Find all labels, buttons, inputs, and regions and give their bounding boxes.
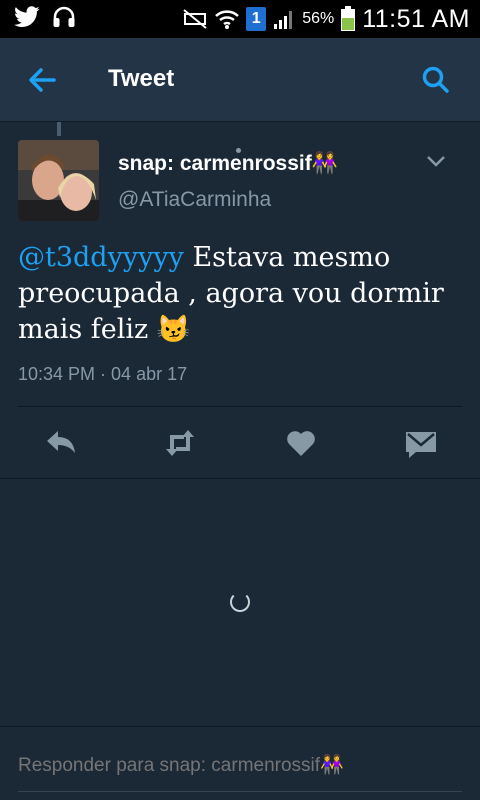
tweet-detail: snap: carmenrossif👭 @ATiaCarminha @t3ddy… xyxy=(0,122,480,478)
reply-icon[interactable] xyxy=(43,425,79,461)
battery-icon xyxy=(341,6,356,31)
tweet-actions xyxy=(0,407,480,477)
tweet-timestamp: 10:34 PM · 04 abr 17 xyxy=(18,364,188,384)
status-bar: 1 56% 11:51 AM xyxy=(0,0,480,38)
reply-underline xyxy=(18,791,462,792)
reply-input[interactable] xyxy=(18,751,462,781)
mention-link[interactable]: @t3ddyyyyy xyxy=(18,242,184,273)
loading-spinner xyxy=(230,592,250,612)
retweet-icon[interactable] xyxy=(162,425,198,461)
avatar[interactable] xyxy=(18,140,99,221)
notification-badge: 1 xyxy=(246,7,267,31)
back-arrow-icon[interactable] xyxy=(26,64,58,96)
username-handle[interactable]: @ATiaCarminha xyxy=(118,188,271,212)
headphones-icon xyxy=(53,6,75,27)
reply-bar xyxy=(0,726,480,800)
chevron-down-icon[interactable] xyxy=(426,154,446,168)
display-name[interactable]: snap: carmenrossif👭 xyxy=(118,152,338,176)
twitter-icon xyxy=(14,6,40,27)
search-icon[interactable] xyxy=(420,64,452,96)
mute-icon xyxy=(183,9,207,29)
tweet-text: @t3ddyyyyy Estava mesmo preocupada , ago… xyxy=(18,240,470,348)
like-icon[interactable] xyxy=(283,425,319,461)
section-divider xyxy=(0,478,480,479)
page-title: Tweet xyxy=(108,65,175,92)
clock: 11:51 AM xyxy=(362,4,470,33)
direct-message-icon[interactable] xyxy=(403,425,439,461)
thread-line xyxy=(57,122,61,136)
wifi-icon xyxy=(215,10,240,29)
signal-icon xyxy=(274,11,293,29)
battery-percent: 56% xyxy=(302,10,335,27)
app-bar: Tweet xyxy=(0,38,480,122)
